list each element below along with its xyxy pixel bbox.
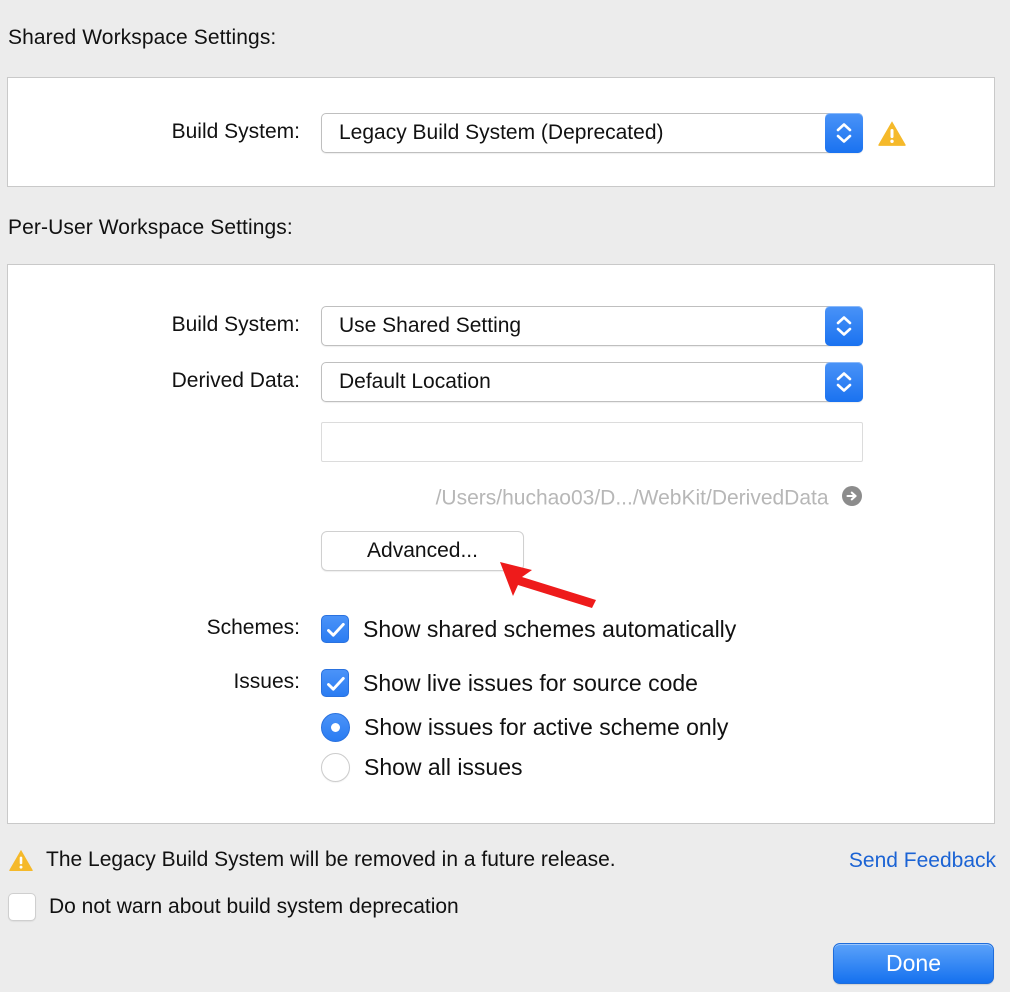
per-user-build-system-popup[interactable]: Use Shared Setting bbox=[321, 306, 863, 346]
shared-build-system-warning-icon bbox=[877, 119, 907, 147]
radio-selected-icon[interactable] bbox=[321, 713, 350, 742]
issues-option-label: Show issues for active scheme only bbox=[364, 714, 729, 740]
derived-data-resolved-path: /Users/huchao03/D.../WebKit/DerivedData bbox=[435, 486, 829, 510]
arrow-right-circle-icon[interactable] bbox=[841, 485, 863, 512]
chevron-updown-icon[interactable] bbox=[825, 362, 863, 402]
chevron-updown-icon[interactable] bbox=[825, 113, 863, 153]
shared-build-system-label: Build System: bbox=[171, 120, 300, 143]
per-user-build-system-value: Use Shared Setting bbox=[339, 314, 522, 337]
deprecation-warning-row: The Legacy Build System will be removed … bbox=[8, 848, 616, 872]
derived-data-label: Derived Data: bbox=[171, 369, 300, 392]
shared-build-system-popup[interactable]: Legacy Build System (Deprecated) bbox=[321, 113, 863, 153]
schemes-label: Schemes: bbox=[206, 616, 300, 639]
checkbox-checked-icon[interactable] bbox=[321, 669, 349, 697]
radio-unselected-icon[interactable] bbox=[321, 753, 350, 782]
checkbox-unchecked-icon[interactable] bbox=[8, 893, 36, 921]
issues-option-label: Show all issues bbox=[364, 754, 523, 780]
derived-data-value: Default Location bbox=[339, 370, 491, 393]
do-not-warn-label: Do not warn about build system deprecati… bbox=[49, 895, 459, 918]
done-button[interactable]: Done bbox=[833, 943, 994, 984]
per-user-workspace-settings-heading: Per-User Workspace Settings: bbox=[8, 216, 293, 239]
shared-build-system-value: Legacy Build System (Deprecated) bbox=[339, 121, 664, 144]
shared-workspace-settings-heading: Shared Workspace Settings: bbox=[8, 26, 277, 49]
derived-data-path-input[interactable] bbox=[321, 422, 863, 462]
do-not-warn-row[interactable]: Do not warn about build system deprecati… bbox=[8, 893, 459, 921]
checkbox-checked-icon[interactable] bbox=[321, 615, 349, 643]
deprecation-warning-text: The Legacy Build System will be removed … bbox=[46, 848, 616, 871]
issues-option-label: Show live issues for source code bbox=[363, 669, 698, 696]
advanced-button[interactable]: Advanced... bbox=[321, 531, 524, 571]
schemes-option-label: Show shared schemes automatically bbox=[363, 615, 737, 642]
derived-data-resolved-path-row: /Users/huchao03/D.../WebKit/DerivedData bbox=[321, 485, 863, 511]
warning-triangle-icon bbox=[8, 848, 34, 872]
derived-data-popup[interactable]: Default Location bbox=[321, 362, 863, 402]
issues-active-scheme-only-row[interactable]: Show issues for active scheme only bbox=[321, 713, 728, 742]
issues-show-live-issues-row[interactable]: Show live issues for source code bbox=[321, 669, 698, 697]
send-feedback-link[interactable]: Send Feedback bbox=[849, 849, 996, 873]
schemes-show-shared-automatically-row[interactable]: Show shared schemes automatically bbox=[321, 615, 736, 643]
chevron-updown-icon[interactable] bbox=[825, 306, 863, 346]
per-user-build-system-label: Build System: bbox=[171, 313, 300, 336]
issues-label: Issues: bbox=[233, 670, 300, 693]
issues-show-all-issues-row[interactable]: Show all issues bbox=[321, 753, 523, 782]
